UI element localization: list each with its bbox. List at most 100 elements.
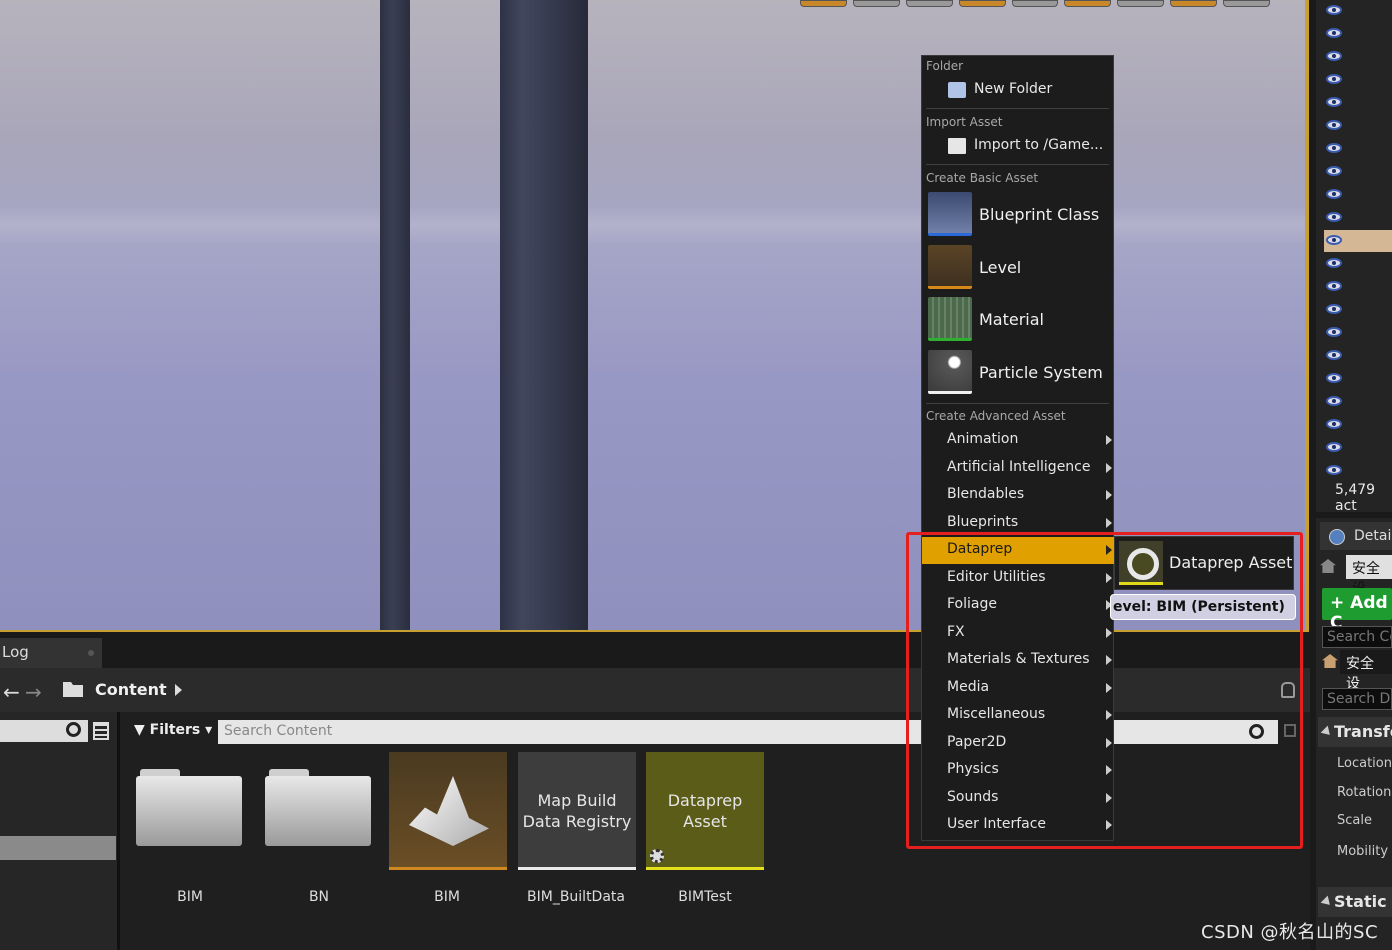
level-icon xyxy=(928,245,972,289)
actor-name-field[interactable]: 安全设 xyxy=(1346,555,1392,597)
material-label: Material xyxy=(979,310,1044,329)
import-icon xyxy=(948,138,966,154)
asset-label: BN xyxy=(308,889,330,905)
toolbar-button[interactable] xyxy=(1064,0,1112,7)
component-root-label[interactable]: 安全设 xyxy=(1340,650,1392,692)
pillar-left xyxy=(380,0,410,630)
menu-item-blueprint-class[interactable]: Blueprint Class xyxy=(922,191,1113,239)
search-components-input[interactable]: Search Co xyxy=(1322,626,1392,648)
filters-button[interactable]: ▼ Filters ▾ xyxy=(134,722,212,738)
static-mesh-section-header[interactable]: Static M xyxy=(1318,887,1392,917)
visibility-eye-icon[interactable] xyxy=(1326,5,1342,15)
menu-item-blendables[interactable]: Blendables xyxy=(922,482,1115,509)
breadcrumb-chevron-icon[interactable] xyxy=(175,684,182,696)
asset-folder-bn[interactable] xyxy=(261,752,379,870)
visibility-eye-icon[interactable] xyxy=(1326,74,1342,84)
menu-item-material[interactable]: Material xyxy=(922,296,1113,344)
search-icon[interactable] xyxy=(66,722,81,737)
transform-section-header[interactable]: Transfo xyxy=(1318,717,1392,747)
folder-icon-body xyxy=(265,776,371,846)
funnel-icon: ▼ xyxy=(134,722,145,738)
visibility-eye-icon[interactable] xyxy=(1326,304,1342,314)
visibility-eye-icon[interactable] xyxy=(1326,419,1342,429)
watermark: CSDN @秋名山的SC xyxy=(1201,922,1379,943)
menu-section-basic: Create Basic Asset xyxy=(926,171,1039,185)
annotation-highlight-box xyxy=(906,532,1303,849)
prop-rotation: Rotation xyxy=(1337,785,1392,800)
search-details-input[interactable]: Search De xyxy=(1322,688,1392,710)
toolbar-button[interactable] xyxy=(958,0,1006,7)
chevron-right-icon xyxy=(1106,435,1112,445)
asset-type-text: Dataprep Asset xyxy=(667,791,743,831)
visibility-eye-icon[interactable] xyxy=(1326,327,1342,337)
visibility-eye-icon[interactable] xyxy=(1326,143,1342,153)
chevron-right-icon xyxy=(1106,518,1112,528)
visibility-eye-icon[interactable] xyxy=(1326,373,1342,383)
forward-arrow-icon[interactable]: → xyxy=(25,680,42,704)
add-component-button[interactable]: + Add C xyxy=(1322,588,1392,633)
toolbar-button[interactable] xyxy=(1011,0,1059,7)
toolbar-button[interactable] xyxy=(1117,0,1165,7)
output-log-tab[interactable]: Log xyxy=(0,638,102,668)
details-tab[interactable]: Detail xyxy=(1320,522,1392,550)
visibility-eye-icon[interactable] xyxy=(1326,350,1342,360)
asset-dataprep[interactable]: Dataprep Asset xyxy=(646,752,764,870)
close-tab-icon[interactable] xyxy=(88,650,94,656)
import-label: Import to /Game... xyxy=(974,137,1104,153)
menu-item-particle-system[interactable]: Particle System xyxy=(922,349,1113,397)
new-folder-label: New Folder xyxy=(974,81,1053,97)
visibility-eye-icon[interactable] xyxy=(1326,51,1342,61)
asset-label: BIM_BuiltData xyxy=(527,889,625,905)
folder-open-icon xyxy=(63,682,83,697)
pillar-right xyxy=(500,0,588,630)
menu-separator xyxy=(926,403,1109,404)
menu-item-level[interactable]: Level xyxy=(922,244,1113,292)
menu-item-label: Animation xyxy=(947,431,1019,447)
back-arrow-icon[interactable]: ← xyxy=(3,680,20,704)
toolbar-button[interactable] xyxy=(1170,0,1218,7)
asset-level-bim[interactable] xyxy=(389,752,507,870)
visibility-eye-icon[interactable] xyxy=(1326,120,1342,130)
menu-item-label: Blendables xyxy=(947,486,1025,502)
asset-label: BIM xyxy=(434,889,460,905)
visibility-eye-icon[interactable] xyxy=(1326,396,1342,406)
viewport-toolbar[interactable] xyxy=(800,0,1271,8)
toolbar-button[interactable] xyxy=(800,0,847,7)
visibility-eye-icon[interactable] xyxy=(1326,442,1342,452)
menu-section-advanced: Create Advanced Asset xyxy=(926,409,1066,423)
prop-scale: Scale xyxy=(1337,813,1372,828)
menu-item-import[interactable]: Import to /Game... xyxy=(922,137,1113,157)
visibility-eye-icon[interactable] xyxy=(1326,258,1342,268)
menu-section-import: Import Asset xyxy=(926,115,1003,129)
visibility-eye-icon[interactable] xyxy=(1326,166,1342,176)
visibility-eye-icon[interactable] xyxy=(1326,189,1342,199)
menu-item-animation[interactable]: Animation xyxy=(922,427,1115,454)
visibility-eye-icon[interactable] xyxy=(1326,97,1342,107)
toolbar-button[interactable] xyxy=(905,0,953,7)
visibility-eye-icon[interactable] xyxy=(1326,281,1342,291)
list-view-icon[interactable] xyxy=(93,722,109,740)
asset-folder-bim[interactable] xyxy=(132,752,250,870)
breadcrumb-content[interactable]: Content xyxy=(95,680,167,699)
sources-panel xyxy=(0,712,120,950)
visibility-eye-icon[interactable] xyxy=(1326,28,1342,38)
visibility-eye-icon[interactable] xyxy=(1326,465,1342,475)
folder-icon-body xyxy=(136,776,242,846)
blueprint-class-icon xyxy=(928,192,972,236)
filters-label: Filters xyxy=(149,722,201,738)
menu-item-artificial-intelligence[interactable]: Artificial Intelligence xyxy=(922,455,1115,482)
toolbar-button[interactable] xyxy=(1223,0,1271,7)
menu-item-new-folder[interactable]: New Folder xyxy=(922,81,1113,101)
menu-separator xyxy=(926,108,1109,109)
prop-mobility: Mobility xyxy=(1337,844,1389,859)
menu-section-folder: Folder xyxy=(926,59,964,73)
world-outliner xyxy=(1316,0,1392,512)
visibility-eye-icon[interactable] xyxy=(1326,212,1342,222)
sources-selected-row[interactable] xyxy=(0,836,116,860)
visibility-eye-icon[interactable] xyxy=(1326,235,1342,245)
toolbar-button[interactable] xyxy=(852,0,900,7)
plus-icon: + xyxy=(1330,593,1345,613)
particle-system-icon xyxy=(928,350,972,394)
asset-map-build-data[interactable]: Map Build Data Registry xyxy=(518,752,636,870)
info-icon xyxy=(1329,529,1345,545)
